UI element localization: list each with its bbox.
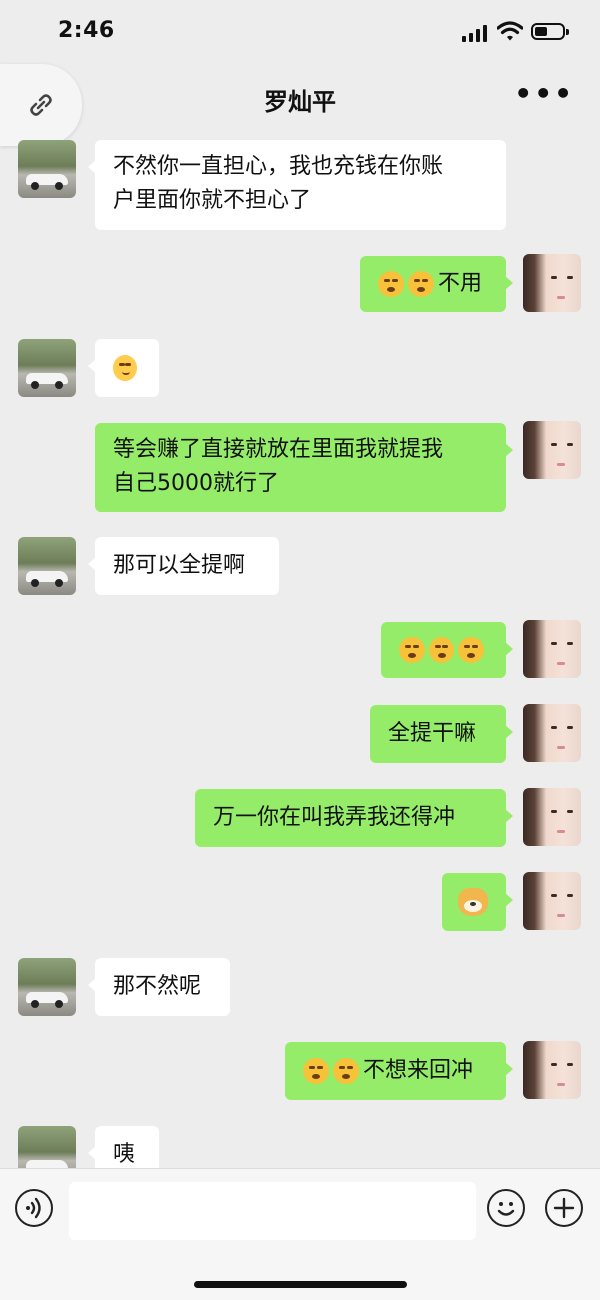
doge-icon [458,888,488,916]
message-bubble-outgoing[interactable]: 全提干嘛 [370,705,513,763]
sleepy-face-icon [378,271,404,297]
chat-header: 罗灿平 ••• [0,64,600,128]
sleepy-face-icon [428,637,455,663]
sleepy-face-icon [458,637,485,663]
plus-icon [553,1197,575,1219]
message-bubble-outgoing[interactable]: 万一你在叫我弄我还得冲 [195,789,513,847]
home-indicator[interactable] [194,1281,407,1288]
my-avatar[interactable] [523,254,581,312]
message-text: 不然你一直担心，我也充钱在你账 [113,154,444,179]
my-avatar[interactable] [523,704,581,762]
message-bubble-outgoing[interactable] [381,622,513,678]
message-bubble-outgoing[interactable]: 等会赚了直接就放在里面我就提我 自己5000就行了 [95,423,513,512]
more-options-button[interactable]: ••• [514,80,574,108]
contact-avatar[interactable] [18,537,76,595]
message-bubble-outgoing[interactable]: 不想来回冲 [285,1042,513,1100]
message-text: 万一你在叫我弄我还得冲 [213,805,456,830]
sleepy-face-icon [303,1058,329,1084]
status-time: 2:46 [58,18,115,43]
message-text: 咦 [113,1142,136,1167]
my-avatar[interactable] [523,620,581,678]
contact-avatar[interactable] [18,140,76,198]
message-text: 那不然呢 [113,974,202,999]
sleepy-face-icon [399,637,425,663]
message-bubble-incoming[interactable] [88,339,159,397]
message-text: 自己5000就行了 [113,471,279,496]
my-avatar[interactable] [523,421,581,479]
contact-avatar[interactable] [18,339,76,397]
chat-title: 罗灿平 [264,88,336,116]
smiling-face-icon [113,355,137,381]
message-bubble-incoming[interactable]: 那不然呢 [88,958,230,1016]
message-text: 不想来回冲 [363,1058,474,1083]
message-text: 那可以全提啊 [113,553,246,578]
battery-icon [531,23,569,40]
message-text: 等会赚了直接就放在里面我就提我 [113,437,444,462]
message-bubble-outgoing[interactable] [442,873,513,931]
more-functions-button[interactable] [545,1189,583,1227]
my-avatar[interactable] [523,788,581,846]
link-icon [30,94,52,116]
my-avatar[interactable] [523,872,581,930]
message-input[interactable] [69,1182,476,1240]
signal-icon [462,24,490,42]
message-text: 全提干嘛 [388,721,477,746]
sleepy-face-icon [333,1058,359,1084]
voice-icon [26,1197,41,1219]
input-bar [0,1168,600,1300]
link-button[interactable] [0,64,82,146]
my-avatar[interactable] [523,1041,581,1099]
wifi-icon [497,21,523,41]
voice-input-button[interactable] [15,1189,53,1227]
emoji-button[interactable] [487,1189,525,1227]
status-bar: 2:46 [0,0,600,64]
message-bubble-outgoing[interactable]: 不用 [360,256,513,312]
contact-avatar[interactable] [18,958,76,1016]
smiley-icon [497,1202,515,1216]
message-text: 不用 [438,271,483,296]
message-bubble-incoming[interactable]: 不然你一直担心，我也充钱在你账 户里面你就不担心了 [88,140,506,230]
message-bubble-incoming[interactable]: 那可以全提啊 [88,537,279,595]
sleepy-face-icon [408,271,434,297]
message-text: 户里面你就不担心了 [113,188,312,213]
